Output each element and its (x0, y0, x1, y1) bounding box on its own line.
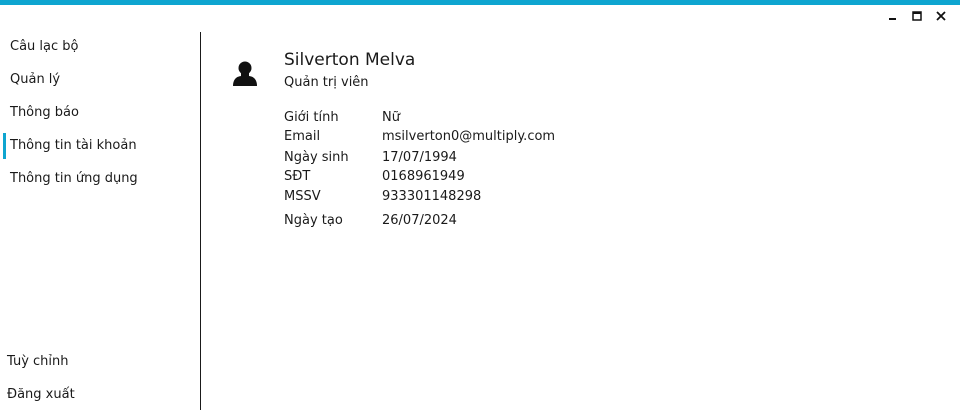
close-icon (936, 11, 946, 21)
info-row-created-date: Ngày tạo 26/07/2024 (284, 212, 457, 230)
info-value: 26/07/2024 (382, 213, 457, 228)
sidebar-item-app-info[interactable]: Thông tin ứng dụng (0, 164, 190, 194)
account-info-panel: Silverton Melva Quản trị viên Giới tính N… (202, 32, 960, 414)
info-row-birthday: Ngày sinh 17/07/1994 (284, 149, 457, 167)
minimize-button[interactable] (884, 8, 902, 24)
info-row-gender: Giới tính Nữ (284, 109, 400, 127)
profile-name: Silverton Melva (284, 50, 416, 70)
title-accent-bar (0, 0, 960, 5)
info-row-phone: SĐT 0168961949 (284, 168, 465, 186)
sidebar-nav: Câu lạc bộ Quản lý Thông báo Thông tin t… (0, 32, 201, 410)
app-window: Câu lạc bộ Quản lý Thông báo Thông tin t… (0, 0, 960, 414)
info-label: MSSV (284, 189, 321, 204)
window-controls (884, 8, 950, 24)
maximize-icon (912, 11, 922, 21)
sidebar-item-logout[interactable]: Đăng xuất (0, 380, 190, 410)
info-label: Ngày sinh (284, 150, 349, 165)
info-row-student-id: MSSV 933301148298 (284, 188, 481, 206)
sidebar-item-settings[interactable]: Tuỳ chỉnh (0, 347, 190, 377)
info-label: Email (284, 129, 321, 144)
info-value: Nữ (382, 110, 400, 125)
user-silhouette-icon (233, 61, 257, 86)
profile-role: Quản trị viên (284, 75, 369, 90)
close-button[interactable] (932, 8, 950, 24)
info-row-email: Email msilverton0@multiply.com (284, 128, 555, 146)
sidebar-item-notifications[interactable]: Thông báo (0, 98, 190, 128)
maximize-button[interactable] (908, 8, 926, 24)
info-label: Ngày tạo (284, 213, 343, 228)
info-label: SĐT (284, 169, 311, 184)
info-label: Giới tính (284, 110, 339, 125)
info-value: 933301148298 (382, 189, 482, 204)
info-value: 17/07/1994 (382, 150, 457, 165)
sidebar-item-management[interactable]: Quản lý (0, 65, 190, 95)
minimize-icon (889, 18, 896, 20)
sidebar-item-account-info[interactable]: Thông tin tài khoản (0, 131, 190, 161)
sidebar-item-clubs[interactable]: Câu lạc bộ (0, 32, 190, 62)
info-value: 0168961949 (382, 169, 465, 184)
info-value: msilverton0@multiply.com (382, 129, 556, 144)
